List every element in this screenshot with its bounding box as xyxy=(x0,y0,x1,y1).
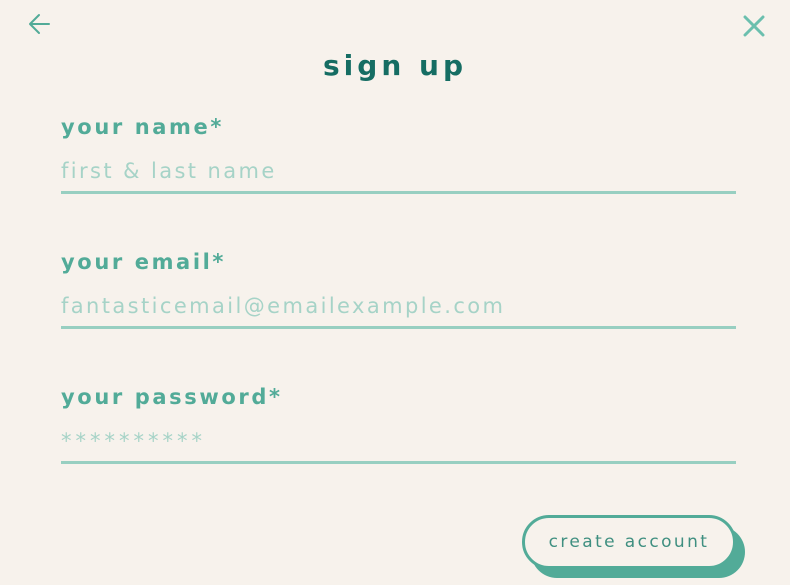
page-title: sign up xyxy=(323,49,467,82)
password-field-group: your password* xyxy=(61,383,736,479)
back-button[interactable] xyxy=(27,12,53,36)
close-button[interactable] xyxy=(741,13,767,39)
password-label: your password* xyxy=(61,385,283,409)
arrow-left-icon xyxy=(29,14,50,34)
name-input[interactable] xyxy=(61,151,736,194)
password-input[interactable] xyxy=(61,421,736,464)
email-field-group: your email* xyxy=(61,248,736,344)
name-field-group: your name* xyxy=(61,113,736,209)
name-label: your name* xyxy=(61,115,224,139)
close-icon xyxy=(743,15,765,37)
email-label: your email* xyxy=(61,250,227,274)
email-input[interactable] xyxy=(61,286,736,329)
create-account-button[interactable]: create account xyxy=(522,515,736,569)
